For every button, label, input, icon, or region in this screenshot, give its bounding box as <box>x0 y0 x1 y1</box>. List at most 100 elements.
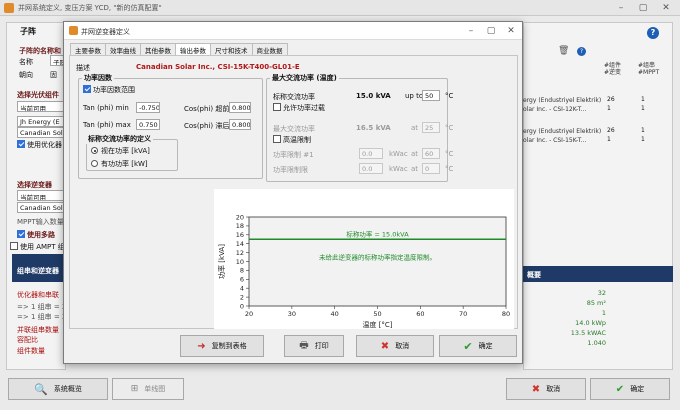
row2-model: olar Inc. - CSI-15K-T... <box>523 137 587 144</box>
main-minimize-button[interactable]: – <box>610 2 632 14</box>
cos-lag-input[interactable]: 0.800 <box>229 119 251 130</box>
inverter-model-select[interactable]: Canadian Solar <box>17 202 66 213</box>
power-temperature-chart: 0246810121416182020 30 40 50 60 70 80标称功率 = 15… <box>214 189 514 329</box>
active-power-label: 有功功率 [kW] <box>101 160 148 168</box>
x-tick-label: 40 <box>331 310 339 318</box>
y-tick-label: 4 <box>240 285 244 293</box>
pf-range-checkbox[interactable]: 功率因数范围 <box>83 85 135 95</box>
summary-header <box>523 266 673 282</box>
max-temp-input[interactable]: 25 <box>422 122 440 133</box>
row1-count-b: 1 <box>641 96 645 103</box>
limit1-unit: kWac <box>389 150 408 158</box>
limit2-unit: kWac <box>389 165 408 173</box>
dialog-cancel-button[interactable]: ✖ 取消 <box>356 335 434 357</box>
tab-commercial[interactable]: 商业数据 <box>251 43 288 55</box>
tab-main-params[interactable]: 主要参数 <box>70 43 106 55</box>
limit1-temp-input[interactable]: 60 <box>422 148 440 159</box>
row1-count-a: 26 <box>607 96 615 103</box>
tan-max-label: Tan (phi) max <box>83 121 131 129</box>
col-modules-header: #组件 #逆变 <box>604 62 621 76</box>
active-power-radio[interactable]: 有功功率 [kW] <box>91 159 148 169</box>
delete-icon[interactable]: 🗑 <box>558 46 569 56</box>
upto-label: up to <box>405 92 424 100</box>
summary-value-5: 13.5 kWAC <box>570 329 606 337</box>
dialog-titlebar: 并网逆变器定义 – ▢ ✕ <box>64 22 522 40</box>
orientation-label: 朝向 <box>19 71 33 79</box>
col-strings-label: #组串 <box>638 62 656 69</box>
col-modules-label: #组件 <box>604 62 622 69</box>
system-overview-button[interactable]: 🔍 系统概览 <box>8 378 108 400</box>
row1-model: olar Inc. - CSI-12K-T... <box>523 106 587 113</box>
main-maximize-button[interactable]: ▢ <box>632 2 654 14</box>
print-button[interactable]: 🖶 打印 <box>284 335 344 357</box>
tab-size-tech[interactable]: 尺寸和技术 <box>210 43 253 55</box>
subarray-row-1[interactable]: ergy (Endustriyel Elektrik) olar Inc. - … <box>523 96 601 114</box>
allow-overload-checkbox[interactable]: 允许功率过载 <box>273 103 325 113</box>
upto-temp-input[interactable]: 50 <box>422 90 440 101</box>
max-temp-unit: °C <box>445 124 454 132</box>
y-tick-label: 16 <box>236 231 244 239</box>
help-icon[interactable]: ? <box>647 27 659 39</box>
use-optimizer-checkbox[interactable]: 使用优化器 <box>17 140 62 150</box>
limit1-at-label: at <box>411 150 419 158</box>
dialog-minimize-button[interactable]: – <box>460 25 482 37</box>
limit2-input[interactable]: 0.0 <box>359 163 383 174</box>
single-line-label: 单线图 <box>144 385 166 393</box>
main-close-button[interactable]: ✕ <box>655 2 677 14</box>
dialog-ok-button[interactable]: ✔ 确定 <box>439 335 517 357</box>
summary-value-3: 1 <box>601 309 606 317</box>
main-cancel-button[interactable]: ✖ 取消 <box>506 378 586 400</box>
inverter-definition-dialog: 并网逆变器定义 – ▢ ✕ 主要参数 效率曲线 其他参数 输出参数 尺寸和技术 … <box>63 21 523 364</box>
limit2-temp-input[interactable]: 0 <box>422 163 440 174</box>
module-count-label: 组件数量 <box>17 347 45 355</box>
tab-efficiency-curve[interactable]: 效率曲线 <box>105 43 141 55</box>
max-at-label: at <box>411 124 419 132</box>
ok-check-icon: ✔ <box>615 383 625 395</box>
limit2-label: 功率限制限 <box>273 166 308 174</box>
help-icon-small[interactable]: ? <box>577 47 586 56</box>
optimizer-label: 优化器和串联 <box>17 291 59 299</box>
description-value: Canadian Solar Inc., CSI-15K-T400-GL01-E <box>136 63 300 71</box>
subarray-row-2[interactable]: ergy (Endustriyel Elektrik) olar Inc. - … <box>523 127 601 145</box>
ampt-label: 使用 AMPT 组 <box>20 243 65 251</box>
apparent-power-radio[interactable]: 视在功率 [kVA] <box>91 146 150 156</box>
dialog-maximize-button[interactable]: ▢ <box>480 25 502 37</box>
copy-to-table-button[interactable]: ➜ 复制到表格 <box>180 335 264 357</box>
module-manufacturer-select[interactable]: Jh Energy (E <box>17 116 66 127</box>
copy-arrow-icon: ➜ <box>197 340 206 352</box>
ampt-checkbox[interactable]: 使用 AMPT 组 <box>10 242 65 252</box>
dialog-close-button[interactable]: ✕ <box>500 25 522 37</box>
tan-max-input[interactable]: 0.750 <box>136 119 160 130</box>
system-overview-label: 系统概览 <box>53 385 82 393</box>
derate-checkbox[interactable]: 高温限制 <box>273 135 311 145</box>
use-optimizer-check-icon <box>17 140 25 148</box>
module-model-select[interactable]: Canadian Sola <box>17 127 66 138</box>
inverter-availability-select[interactable]: 当前可用 <box>17 190 66 201</box>
main-ok-button[interactable]: ✔ 确定 <box>590 378 670 400</box>
chart-annotation: 未给此逆变器的标称功率指定温度限制。 <box>319 252 436 261</box>
use-multi-mppt-checkbox[interactable]: 使用多路 <box>17 230 55 240</box>
max-ac-title: 最大交流功率 (温度) <box>270 73 339 83</box>
main-window-title: 并网系统定义, 变压方案 YCD, "新的仿真配置" <box>18 4 162 12</box>
apparent-power-label: 视在功率 [kVA] <box>101 147 150 155</box>
x-tick-label: 50 <box>373 310 381 318</box>
cos-lead-input[interactable]: 0.800 <box>229 102 251 113</box>
limit1-input[interactable]: 0.0 <box>359 148 383 159</box>
module-availability-select[interactable]: 当前可用 <box>17 101 66 112</box>
tan-min-input[interactable]: -0.750 <box>136 102 160 113</box>
summary-value-1: 32 <box>597 289 606 297</box>
printer-icon: 🖶 <box>299 339 309 351</box>
tab-other-params[interactable]: 其他参数 <box>140 43 176 55</box>
row1-count-c: 1 <box>607 105 611 112</box>
dialog-ok-label: 确定 <box>478 342 493 350</box>
limit1-label: 功率限制 #1 <box>273 151 314 159</box>
nominal-ac-label: 标称交流功率 <box>273 93 315 101</box>
dialog-cancel-label: 取消 <box>395 342 410 350</box>
dialog-cancel-x-icon: ✖ <box>380 340 390 352</box>
use-optimizer-label: 使用优化器 <box>27 141 62 149</box>
row2-count-d: 1 <box>641 136 645 143</box>
dialog-tab-bar: 主要参数 效率曲线 其他参数 输出参数 尺寸和技术 商业数据 <box>70 43 288 56</box>
y-tick-label: 0 <box>240 302 244 310</box>
single-line-button[interactable]: ⊞ 单线图 <box>112 378 184 400</box>
app-icon <box>4 3 14 13</box>
